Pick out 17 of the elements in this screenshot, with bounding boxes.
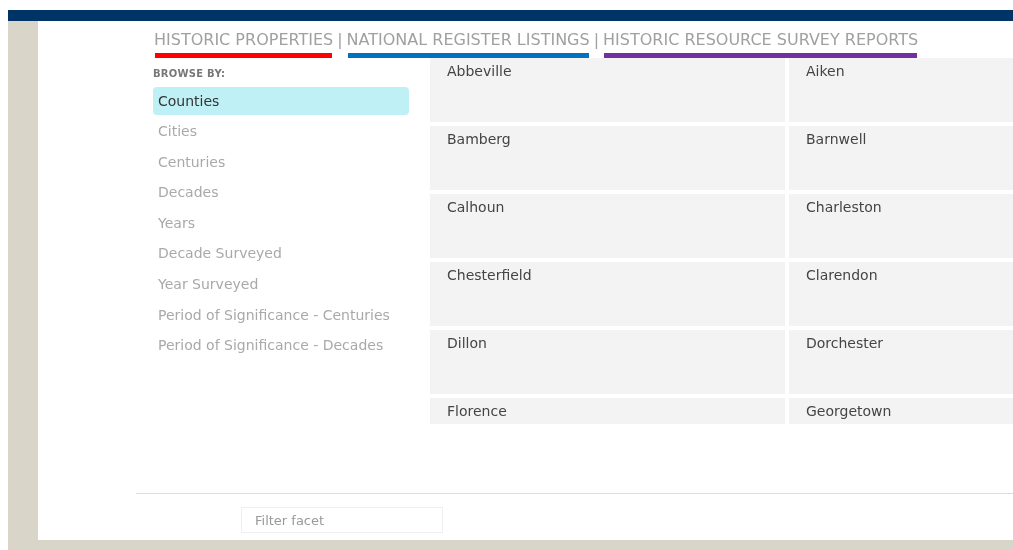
county-tile[interactable]: Dorchester: [789, 330, 1013, 394]
county-tile[interactable]: Aiken: [789, 58, 1013, 122]
county-tile[interactable]: Barnwell: [789, 126, 1013, 190]
separator-text: |: [592, 29, 601, 51]
county-tile[interactable]: Clarendon: [789, 262, 1013, 326]
county-tile[interactable]: Florence: [430, 398, 785, 424]
county-tile[interactable]: Charleston: [789, 194, 1013, 258]
county-tile[interactable]: Dillon: [430, 330, 785, 394]
county-tile[interactable]: Bamberg: [430, 126, 785, 190]
separator-text: |: [336, 29, 344, 51]
browse-option[interactable]: Counties: [153, 87, 409, 115]
county-tile[interactable]: Abbeville: [430, 58, 785, 122]
county-tile[interactable]: Calhoun: [430, 194, 785, 258]
filter-field[interactable]: Filter facet: [241, 507, 443, 533]
county-tile[interactable]: Chesterfield: [430, 262, 785, 326]
county-tile[interactable]: Georgetown: [789, 398, 1013, 424]
browse-heading: BROWSE BY:: [153, 67, 227, 81]
